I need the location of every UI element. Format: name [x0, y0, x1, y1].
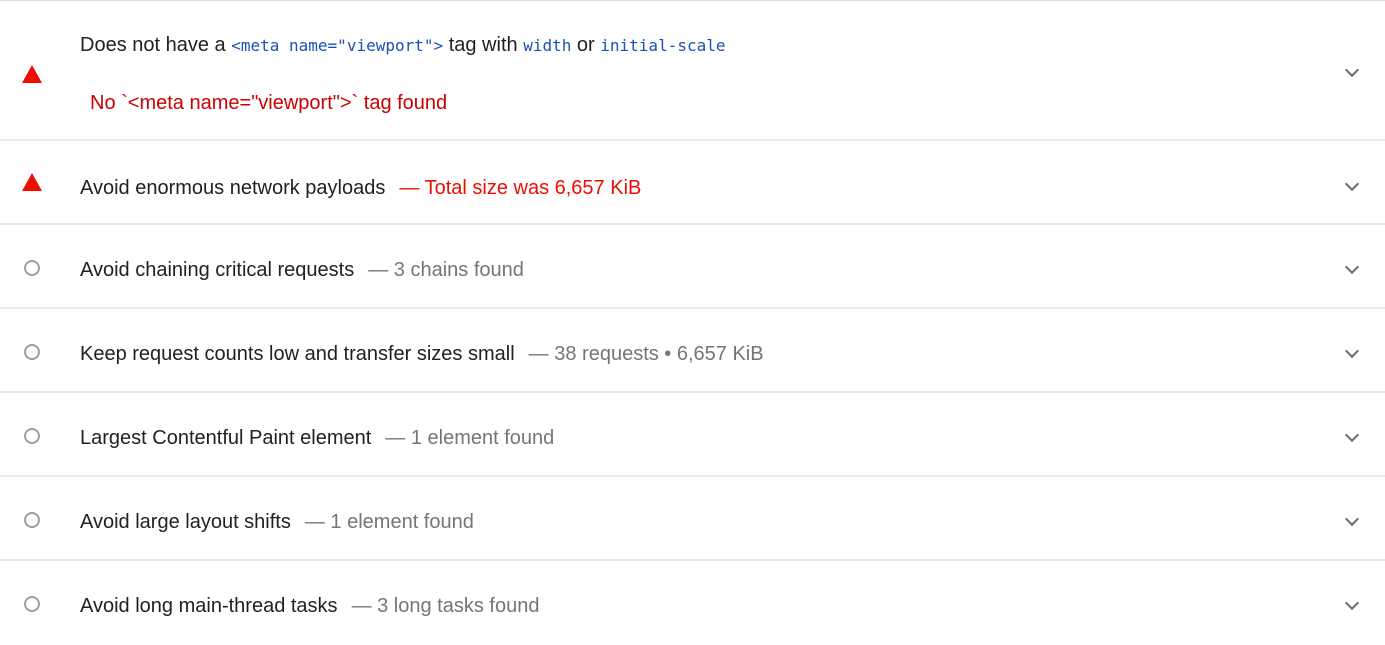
info-circle-icon	[24, 260, 40, 276]
separator: —	[304, 511, 325, 533]
title-text: or	[571, 34, 601, 56]
chevron-down-icon[interactable]	[1344, 62, 1360, 78]
separator: —	[385, 427, 406, 449]
audit-resource-summary[interactable]: Keep request counts low and transfer siz…	[0, 309, 1385, 393]
separator: —	[351, 595, 372, 617]
title-text: Avoid long main-thread tasks	[80, 595, 338, 617]
audit-long-tasks[interactable]: Avoid long main-thread tasks — 3 long tas…	[0, 561, 1385, 645]
display-value: 38 requests • 6,657 KiB	[554, 343, 764, 365]
audit-list: Does not have a <meta name="viewport"> t…	[0, 0, 1385, 644]
title-text: tag with	[443, 34, 524, 56]
audit-title: Avoid enormous network payloads — Total s…	[80, 176, 641, 200]
audit-title: Avoid large layout shifts — 1 element fou…	[80, 510, 474, 534]
separator: —	[528, 343, 549, 365]
error-message: No `<meta name="viewport">` tag found	[90, 92, 448, 114]
audit-title: Largest Contentful Paint element — 1 elem…	[80, 426, 554, 450]
separator: —	[399, 177, 420, 199]
info-circle-icon	[24, 512, 40, 528]
display-value: 3 long tasks found	[377, 595, 540, 617]
info-circle-icon	[24, 428, 40, 444]
title-text: Avoid chaining critical requests	[80, 259, 355, 281]
chevron-down-icon[interactable]	[1344, 511, 1360, 527]
chevron-down-icon[interactable]	[1344, 595, 1360, 611]
audit-lcp-element[interactable]: Largest Contentful Paint element — 1 elem…	[0, 393, 1385, 477]
title-text: Keep request counts low and transfer siz…	[80, 343, 515, 365]
title-text: Avoid enormous network payloads	[80, 177, 386, 199]
separator: —	[368, 259, 389, 281]
audit-title: Avoid chaining critical requests — 3 chai…	[80, 258, 524, 282]
code-width: width	[523, 36, 572, 55]
warning-triangle-icon	[22, 173, 42, 191]
code-meta-viewport: <meta name="viewport">	[231, 36, 444, 55]
display-value: 3 chains found	[393, 259, 524, 281]
audit-layout-shifts[interactable]: Avoid large layout shifts — 1 element fou…	[0, 477, 1385, 561]
title-text: Does not have a	[80, 34, 232, 56]
warning-triangle-icon	[22, 65, 42, 83]
chevron-down-icon[interactable]	[1344, 343, 1360, 359]
audit-title: Keep request counts low and transfer siz…	[80, 342, 764, 366]
title-text: Avoid large layout shifts	[80, 511, 291, 533]
code-initial-scale: initial-scale	[600, 36, 726, 55]
audit-viewport[interactable]: Does not have a <meta name="viewport"> t…	[0, 1, 1385, 141]
title-text: Largest Contentful Paint element	[80, 427, 372, 449]
chevron-down-icon[interactable]	[1344, 427, 1360, 443]
display-value: 1 element found	[330, 511, 474, 533]
display-value: Total size was 6,657 KiB	[424, 177, 642, 199]
audit-network-payloads[interactable]: Avoid enormous network payloads — Total s…	[0, 141, 1385, 225]
audit-title: Does not have a <meta name="viewport"> t…	[80, 33, 726, 58]
chevron-down-icon[interactable]	[1344, 176, 1360, 192]
audit-critical-request-chains[interactable]: Avoid chaining critical requests — 3 chai…	[0, 225, 1385, 309]
info-circle-icon	[24, 596, 40, 612]
display-value: 1 element found	[410, 427, 555, 449]
chevron-down-icon[interactable]	[1344, 259, 1360, 275]
audit-title: Avoid long main-thread tasks — 3 long tas…	[80, 594, 539, 618]
info-circle-icon	[24, 344, 40, 360]
